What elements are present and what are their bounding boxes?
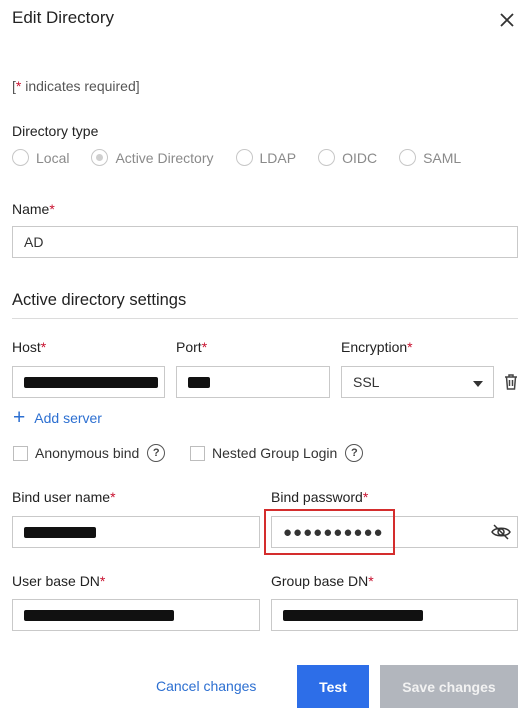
group-base-dn-input[interactable]: [271, 599, 518, 631]
radio-oidc[interactable]: OIDC: [318, 149, 377, 166]
redacted-value: [24, 609, 174, 621]
divider: [12, 318, 518, 319]
required-note: [* indicates required]: [12, 78, 140, 94]
port-label: Port*: [176, 339, 208, 355]
highlight-box: [264, 509, 395, 555]
radio-circle-selected: [91, 149, 109, 166]
checkbox-box: [190, 445, 205, 461]
encryption-label: Encryption*: [341, 339, 413, 355]
anonymous-bind-checkbox[interactable]: Anonymous bind ?: [13, 444, 166, 462]
port-input[interactable]: [176, 366, 330, 398]
user-base-dn-label: User base DN*: [12, 573, 106, 589]
group-base-dn-label: Group base DN*: [271, 573, 374, 589]
test-button[interactable]: Test: [297, 665, 369, 708]
name-label: Name*: [12, 201, 55, 217]
directory-type-radio-group: Local Active Directory LDAP OIDC SAML: [12, 149, 483, 166]
radio-local[interactable]: Local: [12, 149, 69, 166]
help-icon[interactable]: ?: [147, 444, 166, 462]
ad-settings-title: Active directory settings: [12, 291, 187, 309]
checkbox-box: [13, 445, 28, 461]
save-changes-button[interactable]: Save changes: [380, 665, 518, 708]
bind-user-label: Bind user name*: [12, 489, 116, 505]
host-input[interactable]: [12, 366, 165, 398]
user-base-dn-input[interactable]: [12, 599, 260, 631]
bind-password-label: Bind password*: [271, 489, 369, 505]
redacted-value: [283, 609, 423, 621]
add-server-button[interactable]: + Add server: [13, 406, 102, 429]
chevron-down-icon: [473, 374, 483, 390]
trash-icon[interactable]: [503, 373, 519, 391]
name-input[interactable]: AD: [12, 226, 518, 258]
nested-group-login-checkbox[interactable]: Nested Group Login ?: [190, 444, 364, 462]
redacted-value: [188, 376, 210, 388]
close-icon[interactable]: [496, 9, 518, 31]
host-label: Host*: [12, 339, 47, 355]
radio-ldap[interactable]: LDAP: [235, 149, 296, 166]
radio-saml[interactable]: SAML: [399, 149, 461, 166]
plus-icon: +: [13, 406, 26, 429]
radio-circle: [399, 149, 417, 166]
radio-circle: [12, 149, 29, 166]
redacted-value: [24, 376, 158, 388]
radio-active-directory[interactable]: Active Directory: [91, 149, 214, 166]
encryption-select[interactable]: SSL: [341, 366, 494, 398]
dialog-title: Edit Directory: [12, 8, 115, 27]
eye-off-icon[interactable]: [491, 523, 511, 541]
directory-type-label: Directory type: [12, 123, 99, 139]
bind-user-input[interactable]: [12, 516, 260, 548]
redacted-value: [24, 526, 96, 538]
help-icon[interactable]: ?: [345, 444, 364, 462]
radio-circle: [318, 149, 336, 166]
radio-circle: [235, 149, 253, 166]
cancel-changes-button[interactable]: Cancel changes: [156, 678, 256, 694]
